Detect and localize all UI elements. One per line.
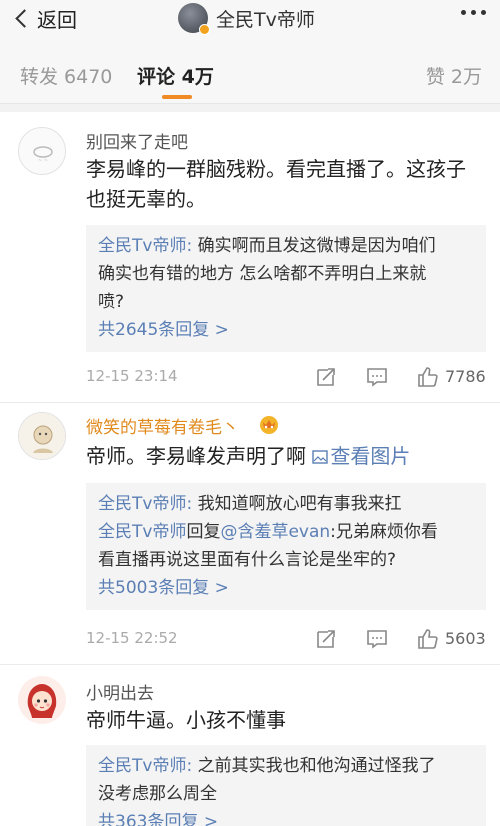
comment-text: 帝师。李易峰发声明了啊 查看图片	[86, 441, 486, 471]
comment-text: 帝师牛逼。小孩不懂事	[86, 705, 486, 735]
like-count: 5603	[445, 629, 486, 648]
reply-author-link[interactable]: 全民Tv帝师	[98, 522, 186, 542]
view-more-replies-link[interactable]: 共363条回复 >	[98, 808, 474, 826]
tab-likes[interactable]: 赞 2万	[426, 62, 482, 89]
avatar[interactable]: ~ ~	[18, 127, 66, 175]
reply-author-link[interactable]: 全民Tv帝师:	[98, 494, 192, 514]
avatar[interactable]	[18, 412, 66, 460]
thumbs-up-icon[interactable]	[416, 627, 440, 651]
reply-line: 全民Tv帝师回复@含羞草evan:兄弟麻烦你看	[98, 518, 474, 546]
tab-bar: 转发 6470 评论 4万 赞 2万	[0, 36, 500, 103]
reply-author-link[interactable]: 全民Tv帝师:	[98, 236, 192, 256]
page-title[interactable]: 全民Tv帝师	[178, 0, 315, 36]
reply-text: 回复	[186, 522, 221, 542]
verified-badge-icon	[199, 24, 210, 35]
view-image-link[interactable]: 查看图片	[312, 444, 410, 468]
reply-text: 我知道啊放心吧有事我来扛	[192, 494, 402, 514]
avatar[interactable]	[18, 676, 66, 724]
crown-emoji-icon	[260, 416, 278, 434]
more-options-icon[interactable]	[461, 10, 486, 15]
page-title-text: 全民Tv帝师	[216, 8, 315, 31]
reply-text: :兄弟麻烦你看	[330, 522, 438, 542]
divider	[0, 402, 500, 403]
like-count: 7786	[445, 367, 486, 386]
image-icon	[312, 450, 329, 464]
divider	[0, 664, 500, 665]
comment-timestamp: 12-15 23:14	[86, 367, 178, 385]
mention-link[interactable]: @含羞草evan	[220, 522, 330, 542]
reply-text: 确实啊而且发这微博是因为咱们	[192, 236, 436, 256]
top-bar: 返回 全民Tv帝师	[0, 0, 500, 36]
comment-meta: 12-15 23:14 7786	[86, 363, 486, 393]
view-image-label: 查看图片	[330, 444, 411, 468]
repost-icon[interactable]	[314, 627, 338, 651]
active-tab-indicator	[162, 95, 192, 99]
comment-text-line: 帝师。李易峰发声明了啊	[86, 444, 313, 468]
view-more-replies-link[interactable]: 共5003条回复 >	[98, 574, 474, 602]
view-more-replies-link[interactable]: 共2645条回复 >	[98, 316, 474, 344]
thumbs-up-icon[interactable]	[416, 365, 440, 389]
repost-icon[interactable]	[314, 365, 338, 389]
tab-comments[interactable]: 评论 4万	[137, 62, 214, 89]
reply-text: 之前其实我也和他沟通过怪我了	[192, 756, 436, 776]
comment-username[interactable]: 别回来了走吧	[86, 128, 188, 153]
reply-preview-box[interactable]: 全民Tv帝师: 我知道啊放心吧有事我来扛 全民Tv帝师回复@含羞草evan:兄弟…	[86, 483, 486, 610]
reply-line: 没考虑那么周全	[98, 784, 217, 804]
svg-text:~ ~: ~ ~	[38, 158, 48, 164]
cartoon-avatar-icon	[19, 413, 65, 459]
comment-text-line: 也挺无辜的。	[86, 187, 206, 211]
comment-username[interactable]: 小明出去	[86, 679, 154, 704]
reply-line: 看直播再说这里面有什么言论是坐牢的?	[98, 550, 397, 570]
cloud-icon: ~ ~	[33, 146, 53, 164]
comment-text-line: 帝师牛逼。小孩不懂事	[86, 708, 286, 732]
avatar	[178, 3, 210, 35]
comment-text-line: 李易峰的一群脑残粉。看完直播了。这孩子	[86, 157, 466, 181]
comment-text: 李易峰的一群脑残粉。看完直播了。这孩子 也挺无辜的。	[86, 154, 486, 214]
back-button[interactable]: 返回	[14, 2, 77, 34]
reply-line: 喷?	[98, 292, 125, 312]
comment-username[interactable]: 微笑的草莓有卷毛丶	[86, 413, 239, 438]
chevron-left-icon	[15, 8, 34, 28]
girl-avatar-icon	[18, 676, 66, 724]
reply-preview-box[interactable]: 全民Tv帝师: 确实啊而且发这微博是因为咱们 确实也有错的地方 怎么啥都不弄明白…	[86, 225, 486, 352]
reply-author-link[interactable]: 全民Tv帝师:	[98, 756, 192, 776]
back-label: 返回	[37, 7, 77, 32]
reply-preview-box[interactable]: 全民Tv帝师: 之前其实我也和他沟通过怪我了 没考虑那么周全 共363条回复 >	[86, 745, 486, 826]
tab-reposts[interactable]: 转发 6470	[20, 62, 112, 89]
comment-meta: 12-15 22:52 5603	[86, 625, 486, 655]
reply-line: 确实也有错的地方 怎么啥都不弄明白上来就	[98, 264, 427, 284]
reply-line: 全民Tv帝师: 我知道啊放心吧有事我来扛	[98, 490, 474, 518]
comment-icon[interactable]	[365, 627, 389, 651]
comment-icon[interactable]	[365, 365, 389, 389]
divider	[0, 103, 500, 112]
reply-line: 全民Tv帝师: 之前其实我也和他沟通过怪我了	[98, 752, 474, 780]
reply-line: 全民Tv帝师: 确实啊而且发这微博是因为咱们	[98, 232, 474, 260]
comment-timestamp: 12-15 22:52	[86, 629, 178, 647]
